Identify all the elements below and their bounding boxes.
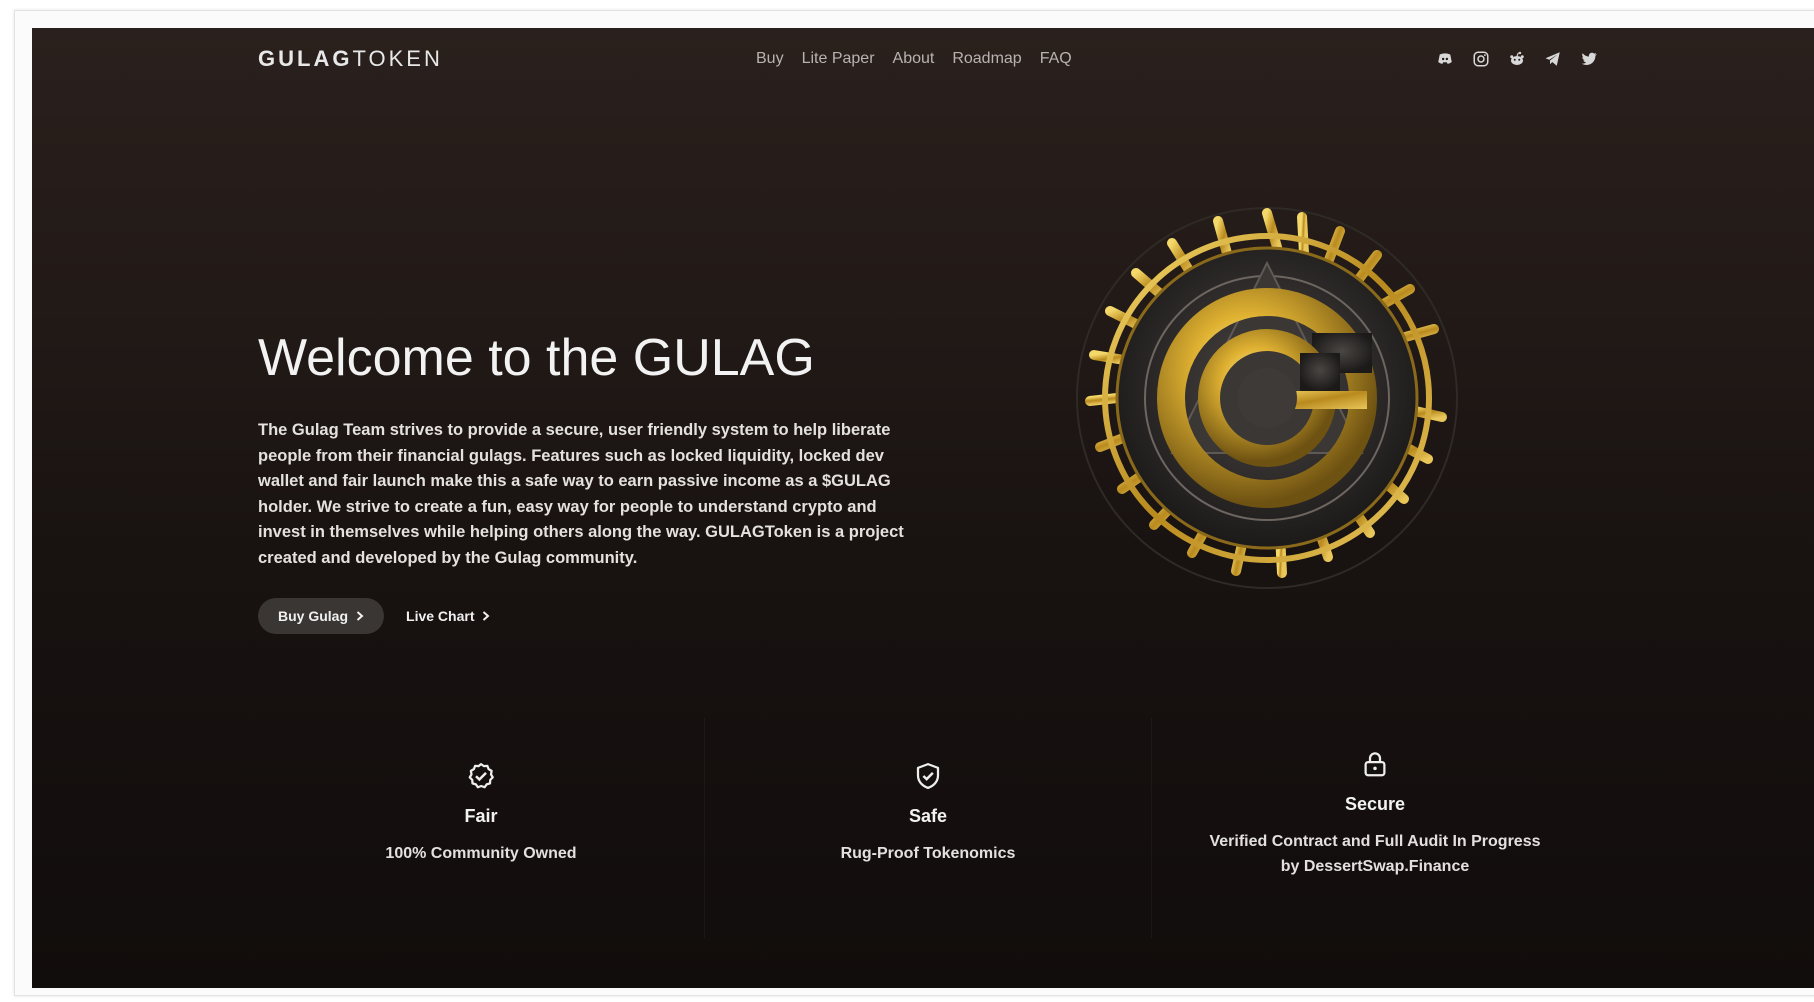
feature-title: Secure — [1344, 794, 1406, 814]
feature-description: Rug-Proof Tokenomics — [840, 845, 1016, 862]
live-chart-link[interactable]: Live Chart — [406, 608, 490, 624]
social-links — [1434, 48, 1600, 70]
features-section: Fair 100% Community Owned Safe Rug-Proof… — [258, 718, 1598, 938]
feature-secure: Secure Verified Contract and Full Audit … — [1151, 718, 1598, 938]
hero-actions: Buy Gulag Live Chart — [258, 598, 490, 634]
nav-faq[interactable]: FAQ — [1040, 50, 1072, 68]
feature-title: Safe — [908, 806, 948, 826]
hero-description: The Gulag Team strives to provide a secu… — [258, 421, 904, 567]
feature-safe: Safe Rug-Proof Tokenomics — [704, 718, 1151, 938]
chevron-right-icon — [356, 608, 364, 624]
feature-description: 100% Community Owned — [385, 845, 577, 862]
discord-icon[interactable] — [1434, 48, 1456, 70]
nav-lite-paper[interactable]: Lite Paper — [802, 50, 875, 68]
nav-roadmap[interactable]: Roadmap — [952, 50, 1021, 68]
chevron-right-icon — [482, 608, 490, 624]
feature-description: Verified Contract and Full Audit In Prog… — [1209, 833, 1541, 875]
hero-title: Welcome to the GULAG — [258, 329, 815, 387]
buy-gulag-label: Buy Gulag — [278, 608, 349, 624]
reddit-icon[interactable] — [1506, 48, 1528, 70]
twitter-icon[interactable] — [1578, 48, 1600, 70]
main-nav: Buy Lite Paper About Roadmap FAQ — [756, 50, 1072, 68]
nav-buy[interactable]: Buy — [756, 50, 784, 68]
website: GULAGTOKEN Buy Lite Paper About Roadmap … — [32, 28, 1814, 988]
lock-icon — [1359, 748, 1391, 780]
feature-title: Fair — [464, 806, 498, 826]
instagram-icon[interactable] — [1470, 48, 1492, 70]
live-chart-label: Live Chart — [406, 608, 475, 624]
shield-check-icon — [912, 760, 944, 792]
feature-fair: Fair 100% Community Owned — [258, 718, 704, 938]
telegram-icon[interactable] — [1542, 48, 1564, 70]
gulag-emblem-logo — [1072, 203, 1462, 593]
site-logo[interactable]: GULAGTOKEN — [258, 46, 443, 72]
nav-about[interactable]: About — [893, 50, 935, 68]
check-circle-icon — [465, 760, 497, 792]
buy-gulag-button[interactable]: Buy Gulag — [258, 598, 385, 634]
